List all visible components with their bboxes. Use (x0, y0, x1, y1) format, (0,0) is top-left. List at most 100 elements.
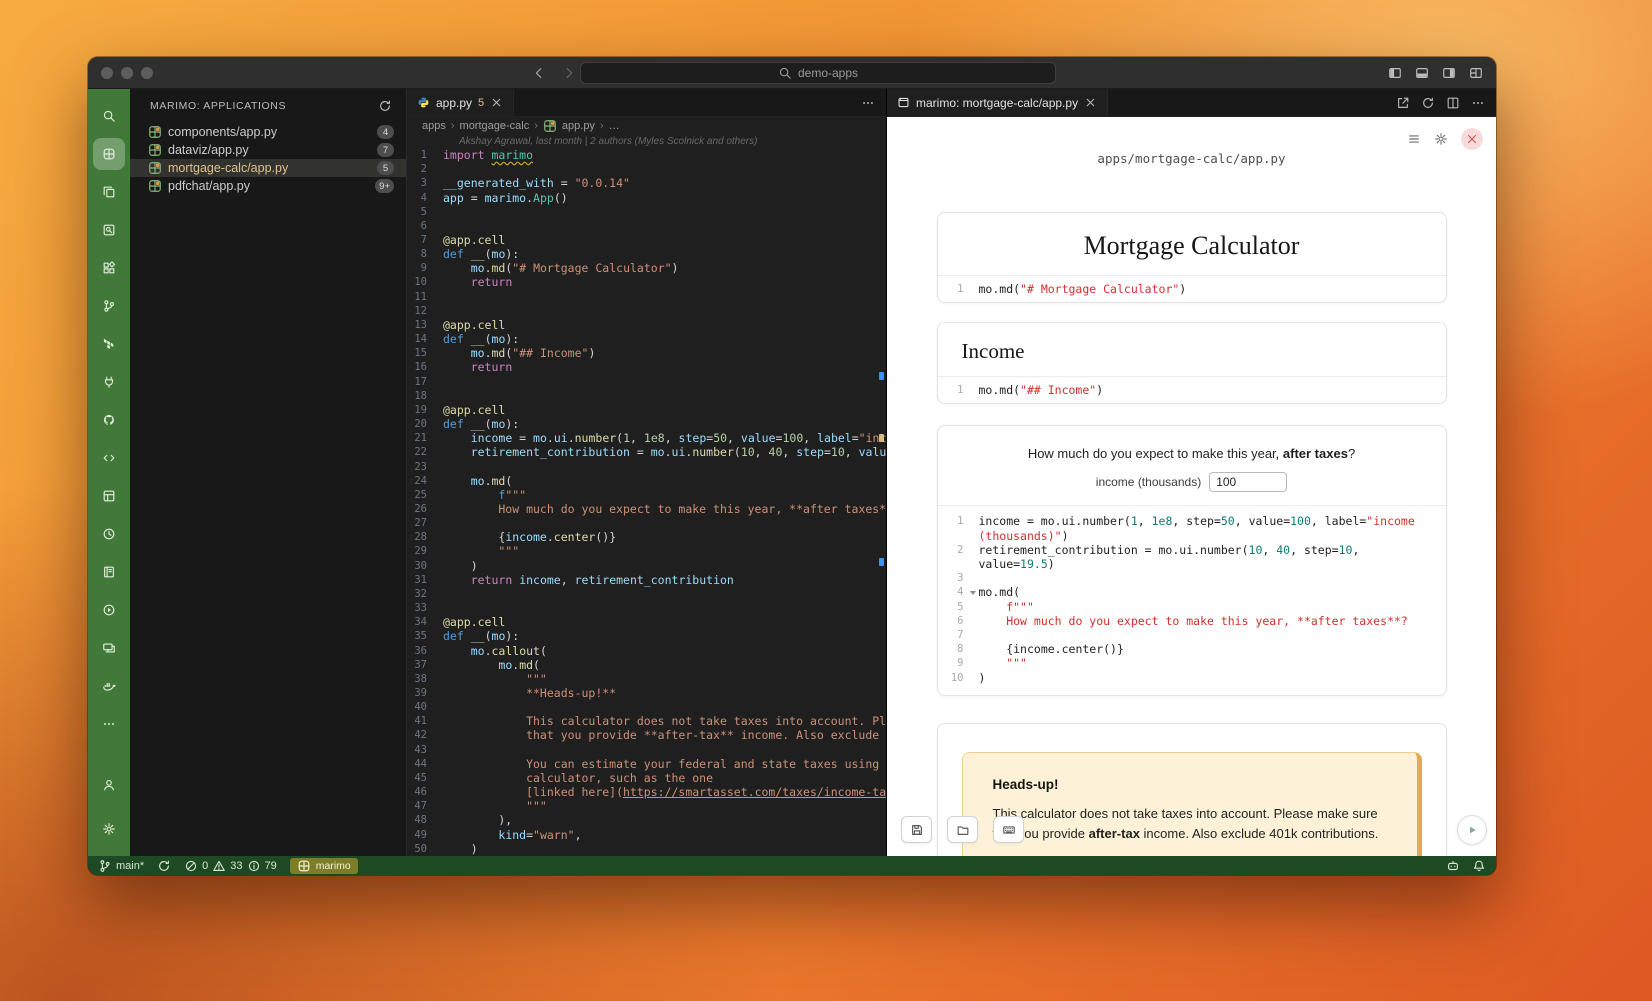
sidebar-file-item[interactable]: mortgage-calc/app.py5 (130, 159, 406, 177)
code-line[interactable]: 23 (407, 459, 886, 473)
toggle-secondary-sidebar-icon[interactable] (1442, 66, 1456, 80)
code-line[interactable]: 31 return income, retirement_contributio… (407, 573, 886, 587)
sidebar-file-item[interactable]: dataviz/app.py7 (130, 141, 406, 159)
code-line[interactable]: 33 (407, 601, 886, 615)
problems-status[interactable]: 0 33 79 (184, 859, 277, 873)
notifications-bell-icon[interactable] (1472, 859, 1486, 873)
gear-icon[interactable] (1434, 132, 1448, 146)
activity-item-search[interactable] (92, 97, 126, 135)
cell1-code[interactable]: 1mo.md("# Mortgage Calculator") (938, 275, 1446, 302)
code-line[interactable]: 27 (407, 516, 886, 530)
code-line[interactable]: 47 """ (407, 799, 886, 813)
close-window-button[interactable] (101, 67, 113, 79)
code-line[interactable]: 38 """ (407, 672, 886, 686)
code-line[interactable]: 45 calculator, such as the one (407, 771, 886, 785)
code-line[interactable]: 44 You can estimate your federal and sta… (407, 757, 886, 771)
more-actions-icon[interactable] (861, 96, 875, 110)
activity-item-notebook[interactable] (92, 553, 126, 591)
toggle-panel-icon[interactable] (1415, 66, 1429, 80)
code-line[interactable]: 21 income = mo.ui.number(1, 1e8, step=50… (407, 431, 886, 445)
run-all-button[interactable] (1457, 815, 1487, 845)
back-icon[interactable] (532, 66, 546, 80)
sidebar-file-item[interactable]: components/app.py4 (130, 123, 406, 141)
code-line[interactable]: 3__generated_with = "0.0.14" (407, 176, 886, 190)
code-line[interactable]: 30 ) (407, 559, 886, 573)
code-line[interactable]: 46 [linked here](https://smartasset.com/… (407, 785, 886, 799)
activity-item-run[interactable] (92, 591, 126, 629)
code-line[interactable]: 42 that you provide **after-tax** income… (407, 728, 886, 742)
code-line[interactable]: 14def __(mo): (407, 332, 886, 346)
marimo-status-badge[interactable]: marimo (290, 858, 358, 874)
open-external-icon[interactable] (1396, 96, 1410, 110)
activity-item-settings[interactable] (92, 810, 126, 848)
activity-item-extensions[interactable] (92, 249, 126, 287)
save-button[interactable] (901, 816, 932, 843)
code-line[interactable]: 35def __(mo): (407, 629, 886, 643)
copilot-icon[interactable] (1446, 859, 1460, 873)
code-line[interactable]: 34@app.cell (407, 615, 886, 629)
breadcrumb-item[interactable]: app.py (562, 120, 595, 132)
breadcrumb-item[interactable]: … (609, 120, 620, 132)
code-line[interactable]: 11 (407, 290, 886, 304)
code-line[interactable]: 19@app.cell (407, 403, 886, 417)
code-line[interactable]: 26 How much do you expect to make this y… (407, 502, 886, 516)
activity-item-preview[interactable] (92, 211, 126, 249)
activity-item-plug[interactable] (92, 363, 126, 401)
activity-item-marimo[interactable] (93, 138, 125, 170)
sidebar-file-item[interactable]: pdfchat/app.py9+ (130, 177, 406, 195)
code-line[interactable]: 8def __(mo): (407, 247, 886, 261)
code-line[interactable]: 22 retirement_contribution = mo.ui.numbe… (407, 445, 886, 459)
code-line[interactable]: 2 (407, 162, 886, 176)
toggle-sidebar-icon[interactable] (1388, 66, 1402, 80)
code-line[interactable]: 1import marimo (407, 148, 886, 162)
activity-item-account[interactable] (92, 766, 126, 804)
code-line[interactable]: 40 (407, 700, 886, 714)
code-line[interactable]: 43 (407, 743, 886, 757)
code-line[interactable]: 29 """ (407, 544, 886, 558)
close-tab-icon[interactable] (1084, 96, 1097, 109)
tab-app-py[interactable]: app.py 5 (407, 89, 514, 116)
git-branch-status[interactable]: main* (98, 859, 144, 873)
code-line[interactable]: 50 ) (407, 842, 886, 856)
folder-button[interactable] (947, 816, 978, 843)
tab-marimo-preview[interactable]: marimo: mortgage-calc/app.py (887, 89, 1108, 116)
close-tab-icon[interactable] (490, 96, 503, 109)
code-line[interactable]: 24 mo.md( (407, 474, 886, 488)
code-line[interactable]: 13@app.cell (407, 318, 886, 332)
code-line[interactable]: 48 ), (407, 813, 886, 827)
code-line[interactable]: 17 (407, 375, 886, 389)
cell2-code[interactable]: 1mo.md("## Income") (938, 376, 1446, 403)
code-line[interactable]: 49 kind="warn", (407, 828, 886, 842)
income-input[interactable] (1209, 472, 1287, 492)
code-line[interactable]: 10 return (407, 275, 886, 289)
code-line[interactable]: 16 return (407, 360, 886, 374)
minimize-window-button[interactable] (121, 67, 133, 79)
split-editor-icon[interactable] (1446, 96, 1460, 110)
activity-item-docker[interactable] (92, 667, 126, 705)
code-line[interactable]: 7@app.cell (407, 233, 886, 247)
code-line[interactable]: 20def __(mo): (407, 417, 886, 431)
code-editor[interactable]: 1import marimo23__generated_with = "0.0.… (407, 148, 886, 856)
activity-item-terraform[interactable] (92, 325, 126, 363)
activity-item-code[interactable] (92, 439, 126, 477)
code-line[interactable]: 36 mo.callout( (407, 643, 886, 657)
zoom-window-button[interactable] (141, 67, 153, 79)
activity-item-more[interactable] (92, 705, 126, 743)
editor-layout-icon[interactable] (1469, 66, 1483, 80)
shutdown-button[interactable] (1461, 128, 1483, 150)
reload-preview-icon[interactable] (1421, 96, 1435, 110)
activity-item-source-control[interactable] (92, 287, 126, 325)
cell3-code[interactable]: 1income = mo.ui.number(1, 1e8, step=50, … (938, 505, 1446, 694)
more-actions-icon[interactable] (1471, 96, 1485, 110)
activity-item-devices[interactable] (92, 629, 126, 667)
code-line[interactable]: 5 (407, 205, 886, 219)
activity-item-layout[interactable] (92, 477, 126, 515)
sync-status[interactable] (157, 859, 171, 873)
activity-item-github[interactable] (92, 401, 126, 439)
code-line[interactable]: 4app = marimo.App() (407, 190, 886, 204)
code-line[interactable]: 15 mo.md("## Income") (407, 346, 886, 360)
code-line[interactable]: 32 (407, 587, 886, 601)
code-line[interactable]: 18 (407, 389, 886, 403)
code-line[interactable]: 6 (407, 219, 886, 233)
keyboard-button[interactable] (993, 816, 1024, 843)
